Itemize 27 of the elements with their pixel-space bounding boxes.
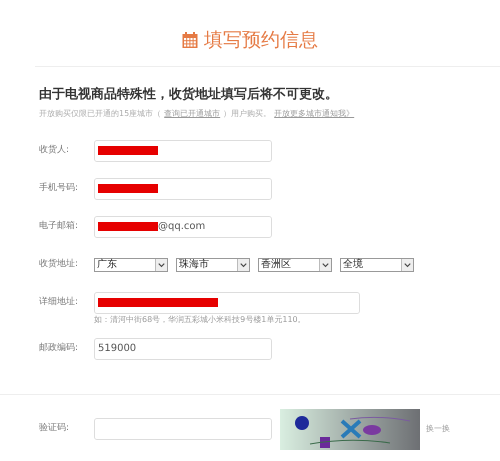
input-field[interactable] — [94, 292, 360, 314]
select-dropdown[interactable]: 珠海市 — [176, 258, 250, 272]
field-label: 收货地址: — [39, 258, 80, 271]
input-field[interactable]: @qq.com — [94, 216, 272, 238]
field-label: 电子邮箱: — [39, 220, 80, 233]
field-label: 详细地址: — [39, 296, 80, 309]
caret-icon — [401, 258, 413, 270]
field-label: 收货人: — [39, 144, 70, 157]
calendar-icon — [182, 32, 198, 48]
caret-icon — [319, 258, 331, 270]
select-dropdown[interactable]: 香洲区 — [258, 258, 332, 272]
input-field[interactable] — [94, 140, 272, 162]
notice-text: 开放购买仅限已开通的15座城市（ — [39, 108, 162, 120]
caret-icon — [155, 258, 167, 270]
caret-icon — [237, 258, 249, 270]
captcha-field[interactable] — [94, 418, 272, 440]
hint-text: 如：清河中街68号，华润五彩城小米科技9号楼1单元110。 — [94, 314, 307, 326]
field-label: 验证码: — [39, 422, 70, 436]
field-label: 手机号码: — [39, 182, 80, 195]
select-dropdown[interactable]: 广东 — [94, 258, 168, 272]
page-title: 填写预约信息 — [204, 28, 318, 53]
notice-text: ）用户购买。 — [223, 108, 272, 120]
notice-heading: 由于电视商品特殊性，收货地址填写后将不可更改。 — [39, 86, 339, 104]
select-dropdown[interactable]: 全境 — [340, 258, 414, 272]
input-field[interactable] — [94, 178, 272, 200]
field-label: 邮政编码: — [39, 342, 80, 355]
input-field[interactable]: 519000 — [94, 338, 272, 360]
